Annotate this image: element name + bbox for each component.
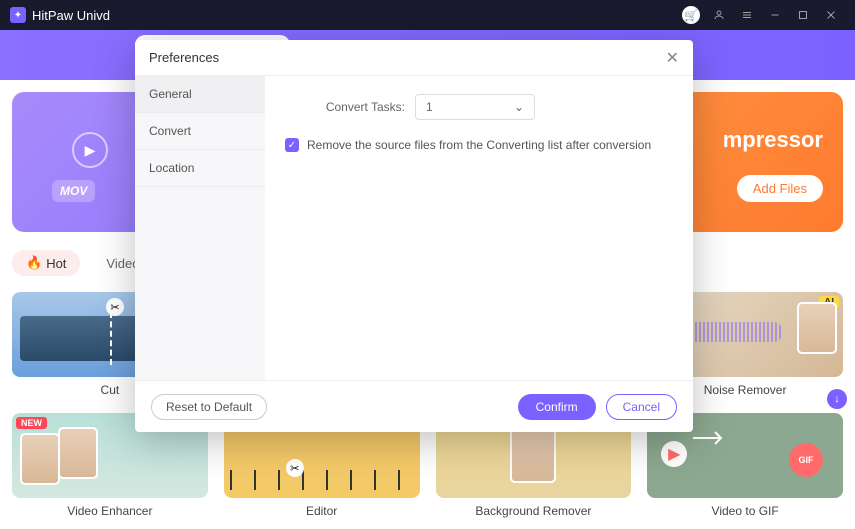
arrow-icon <box>691 427 727 449</box>
sidebar-item-location[interactable]: Location <box>135 150 265 187</box>
close-icon <box>825 9 837 21</box>
new-badge: NEW <box>16 417 47 429</box>
add-files-button[interactable]: Add Files <box>737 175 823 202</box>
sidebar-item-convert[interactable]: Convert <box>135 113 265 150</box>
play-icon: ▶ <box>72 132 108 168</box>
titlebar: ✦ HitPaw Univd 🛒 <box>0 0 855 30</box>
avatar-icon <box>510 423 556 483</box>
cart-icon: 🛒 <box>682 6 700 24</box>
compressor-title: mpressor <box>723 127 823 153</box>
maximize-icon <box>797 9 809 21</box>
tool-gif-title: Video to GIF <box>647 504 843 518</box>
scissors-icon: ✂ <box>106 298 124 316</box>
reset-button[interactable]: Reset to Default <box>151 394 267 420</box>
modal-footer: Reset to Default Confirm Cancel <box>135 380 693 432</box>
play-icon: ▶ <box>661 441 687 467</box>
filmstrip-icon <box>230 470 414 490</box>
convert-tasks-value: 1 <box>426 100 433 114</box>
format-chip: MOV <box>52 180 95 202</box>
avatar-icon <box>58 427 98 479</box>
account-button[interactable] <box>705 4 733 26</box>
modal-close-button[interactable]: ✕ <box>666 48 679 68</box>
modal-header: Preferences ✕ <box>135 40 693 76</box>
modal-main: Convert Tasks: 1 ⌄ ✓ Remove the source f… <box>265 76 693 380</box>
remove-source-row[interactable]: ✓ Remove the source files from the Conve… <box>285 138 673 152</box>
sidebar-item-general[interactable]: General <box>135 76 265 113</box>
cancel-button[interactable]: Cancel <box>606 394 677 420</box>
menu-icon <box>741 9 753 21</box>
tool-bg-title: Background Remover <box>436 504 632 518</box>
avatar-icon <box>20 433 60 485</box>
modal-sidebar: General Convert Location <box>135 76 265 380</box>
download-icon[interactable]: ↓ <box>827 389 847 409</box>
close-button[interactable] <box>817 4 845 26</box>
filter-hot[interactable]: 🔥 Hot <box>12 250 80 276</box>
remove-source-label: Remove the source files from the Convert… <box>307 138 651 152</box>
scissors-icon: ✂ <box>286 459 304 477</box>
minimize-button[interactable] <box>761 4 789 26</box>
tool-enhancer-title: Video Enhancer <box>12 504 208 518</box>
shop-button[interactable]: 🛒 <box>677 4 705 26</box>
modal-body: General Convert Location Convert Tasks: … <box>135 76 693 380</box>
tool-editor-title: Editor <box>224 504 420 518</box>
gif-badge: GIF <box>789 443 823 477</box>
convert-tasks-row: Convert Tasks: 1 ⌄ <box>285 94 673 120</box>
avatar-icon <box>797 302 837 354</box>
chevron-down-icon: ⌄ <box>514 100 524 114</box>
modal-title: Preferences <box>149 50 219 65</box>
app-logo: ✦ <box>10 7 26 23</box>
preferences-modal: Preferences ✕ General Convert Location C… <box>135 40 693 432</box>
fire-icon: 🔥 <box>26 255 42 271</box>
app-title: HitPaw Univd <box>32 8 677 23</box>
convert-tasks-select[interactable]: 1 ⌄ <box>415 94 535 120</box>
confirm-button[interactable]: Confirm <box>518 394 596 420</box>
minimize-icon <box>769 9 781 21</box>
user-icon <box>713 9 725 21</box>
checkbox-checked-icon[interactable]: ✓ <box>285 138 299 152</box>
convert-tasks-label: Convert Tasks: <box>285 100 405 114</box>
maximize-button[interactable] <box>789 4 817 26</box>
menu-button[interactable] <box>733 4 761 26</box>
filter-hot-label: Hot <box>46 256 66 271</box>
